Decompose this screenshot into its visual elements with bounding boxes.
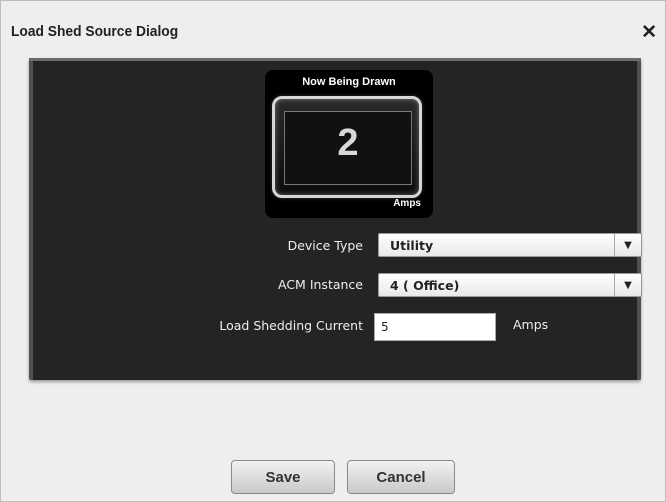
load-shed-source-dialog: Load Shed Source Dialog ✕ Now Being Draw… [0,0,666,502]
meter-unit: Amps [393,198,421,209]
meter-title: Now Being Drawn [302,76,396,88]
load-shedding-current-unit: Amps [513,317,549,332]
save-button[interactable]: Save [231,460,335,494]
meter-screen: 2 [284,111,412,185]
chevron-down-icon[interactable]: ▼ [614,234,641,256]
load-shedding-current-input[interactable] [374,313,496,341]
cancel-button[interactable]: Cancel [347,460,455,494]
close-icon[interactable]: ✕ [641,21,657,44]
load-shedding-current-label: Load Shedding Current [219,318,363,333]
meter-frame: 2 [272,96,422,198]
settings-panel: Now Being Drawn 2 Amps Device Type Utili… [29,58,642,380]
dialog-title: Load Shed Source Dialog [11,23,179,40]
device-type-select[interactable]: Utility ▼ [378,233,642,257]
current-meter: Now Being Drawn 2 Amps [265,70,433,218]
acm-instance-label: ACM Instance [278,277,363,292]
acm-instance-value: 4 ( Office) [390,278,460,293]
acm-instance-select[interactable]: 4 ( Office) ▼ [378,273,642,297]
dialog-titlebar: Load Shed Source Dialog ✕ [1,1,665,57]
meter-value: 2 [337,122,359,164]
chevron-down-icon[interactable]: ▼ [614,274,641,296]
device-type-value: Utility [390,238,434,253]
device-type-label: Device Type [287,238,363,253]
